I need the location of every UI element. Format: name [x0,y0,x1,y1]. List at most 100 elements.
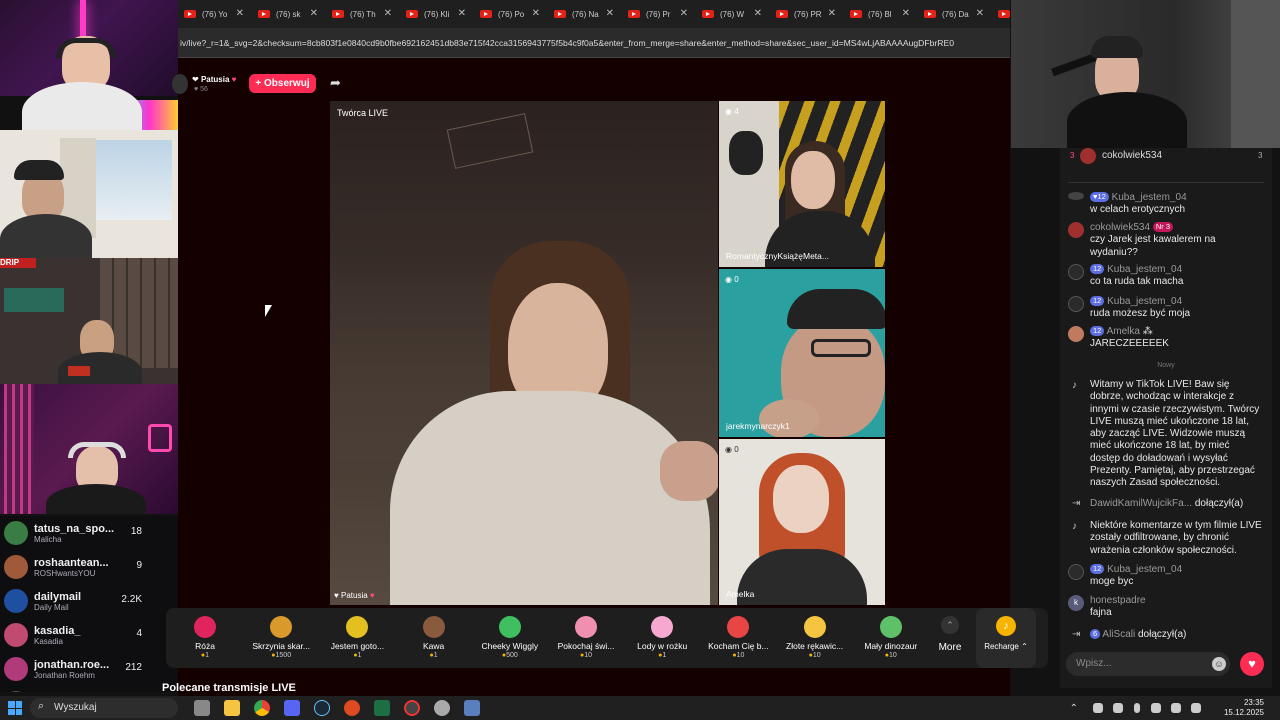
close-icon[interactable]: ✕ [828,8,836,19]
gift-price: ●1500 [271,652,292,659]
mic-icon[interactable] [1134,703,1140,713]
gift-price: ●500 [501,652,518,659]
youtube-icon [628,10,640,18]
browser-tab[interactable]: (76) Bl ✕ [844,0,918,28]
viewer-count: 4 [136,628,142,639]
settings-icon[interactable] [434,700,450,716]
join-message-2: ⇥ 6 AliScali dołączył(a) [1072,629,1187,640]
gift-item[interactable]: Jestem goto... ●1 [320,612,394,666]
excel-icon[interactable] [374,700,390,716]
guest-1-name: RomantycznyKsiążęMeta... [726,251,829,261]
follow-button[interactable]: + Obserwuj [249,74,316,93]
stream-category: Jonathan Roehm [34,670,95,680]
browser-tab[interactable]: (76) G✕ [992,0,1010,28]
browser-tab[interactable]: (76) Th ✕ [326,0,400,28]
volume-icon[interactable] [1191,703,1201,713]
close-icon[interactable]: ✕ [384,8,392,19]
stream-row[interactable]: dailymail Daily Mail 2.2K [0,584,178,618]
stream-row[interactable]: roshaantean... ROSHwantsYOU 9 [0,550,178,584]
more-gifts-button[interactable]: ⌃ More [930,616,970,662]
gift-item[interactable]: Mały dinozaur ●10 [854,612,928,666]
recharge-button[interactable]: ♪ Recharge ⌃ [976,608,1036,668]
close-icon[interactable]: ✕ [976,8,984,19]
close-icon[interactable]: ✕ [236,8,244,19]
browser-tab[interactable]: (76) Da ✕ [918,0,992,28]
stream-row[interactable]: kasadia_ Kasadia 4 [0,618,178,652]
browser-tab[interactable]: (76) Yo ✕ [178,0,252,28]
gift-item[interactable]: Lody w rożku ●1 [625,612,699,666]
browser-tab[interactable]: (76) W ✕ [696,0,770,28]
close-icon[interactable]: ✕ [532,8,540,19]
tray-icon-2[interactable] [1113,703,1123,713]
network-icon[interactable] [1171,703,1181,713]
chat-message-3: 12 Kuba_jestem_04 ruda możesz być moja [1068,296,1264,321]
avatar [4,555,28,579]
gift-item[interactable]: Złote rękawic... ●10 [778,612,852,666]
like-button[interactable]: ♥ [1240,652,1264,676]
chat-input-placeholder: Wpisz... [1076,658,1112,669]
tab-title: (76) Da [942,9,969,19]
clock[interactable]: 23:35 15.12.2025 [1216,698,1264,718]
browser-tab[interactable]: (76) Pr ✕ [622,0,696,28]
main-video[interactable]: Twórca LIVE ♥ Patusia ♥ [330,101,718,605]
steam-icon[interactable] [314,700,330,716]
browser-tab[interactable]: (76) PR ✕ [770,0,844,28]
gift-item[interactable]: Cheeky Wiggly ●500 [473,612,547,666]
gift-item[interactable]: Kocham Cię b... ●10 [701,612,775,666]
task-view-icon[interactable] [194,700,210,716]
youtube-icon [332,10,344,18]
stream-row[interactable]: jonathan.roe... Jonathan Roehm 212 [0,652,178,686]
filtered-notice: ♪ Niektóre komentarze w tym filmie LIVE … [1072,520,1262,556]
stream-row[interactable]: tatus_na_spo... Malicha 18 [0,516,178,550]
webcam-right [1011,0,1280,148]
file-explorer-icon[interactable] [224,700,240,716]
host-info: ❤ Patusia ♥ ♥ 56 [172,74,258,96]
chevron-up-icon-tray[interactable]: ⌃ [1070,703,1078,714]
chat-input[interactable]: Wpisz... ☺ [1066,652,1230,676]
tab-title: (76) Yo [202,9,228,19]
stream-category: Daily Mail [34,602,69,612]
gift-item[interactable]: Pokochaj świ... ●10 [549,612,623,666]
gift-item[interactable]: Róża ●1 [168,612,242,666]
close-icon[interactable]: ✕ [680,8,688,19]
browser-tab[interactable]: (76) Po ✕ [474,0,548,28]
app-icon-rec[interactable] [404,700,420,716]
host-heart: ❤ [192,75,199,84]
emoji-icon[interactable]: ☺ [1212,657,1226,671]
guest-tile-3[interactable]: ◉ 0 Amelka [719,439,885,605]
close-icon[interactable]: ✕ [606,8,614,19]
close-icon[interactable]: ✕ [754,8,762,19]
chrome-icon[interactable] [254,700,270,716]
start-icon[interactable] [8,701,22,715]
app-icon-red[interactable] [344,700,360,716]
creator-label: Twórca LIVE [337,108,389,118]
browser-tab[interactable]: (76) sk ✕ [252,0,326,28]
close-icon[interactable]: ✕ [310,8,318,19]
discord-icon[interactable] [284,700,300,716]
chat-message-2: 12 Kuba_jestem_04 co ta ruda tak macha [1068,264,1264,289]
address-bar[interactable]: iv/live?_r=1&_svg=2&checksum=8cb803f1e08… [178,28,1010,58]
tab-title: (76) Po [498,9,525,19]
avatar [4,623,28,647]
browser-tab[interactable]: (76) Na ✕ [548,0,622,28]
tray-icon-1[interactable] [1093,703,1103,713]
top-gifter-row[interactable]: 3 cokolwiek534 3 [1060,148,1272,166]
app-icon-gear[interactable] [464,700,480,716]
browser-tab[interactable]: (76) Kli ✕ [400,0,474,28]
share-icon[interactable]: ➦ [330,76,344,90]
taskbar-search[interactable]: ⌕ Wyszukaj [30,698,178,718]
gift-name: Kocham Cię b... [708,641,769,651]
stream-row[interactable]: kaszpe_112 [0,686,178,692]
guest-tile-1[interactable]: ◉ 4 RomantycznyKsiążęMeta... [719,101,885,267]
guest-tile-2[interactable]: ◉ 0 jarekmynarczyk1 [719,269,885,437]
gift-item[interactable]: Skrzynia skar... ●1500 [244,612,318,666]
close-icon[interactable]: ✕ [458,8,466,19]
more-label: More [938,642,962,653]
close-icon[interactable]: ✕ [902,8,910,19]
gift-item[interactable]: Kawa ●1 [397,612,471,666]
tab-title: (76) Bl [868,9,892,19]
host-avatar[interactable] [172,74,188,94]
viewer-count: 18 [130,526,142,537]
tray-icon-3[interactable] [1151,703,1161,713]
gift-icon [727,616,750,638]
